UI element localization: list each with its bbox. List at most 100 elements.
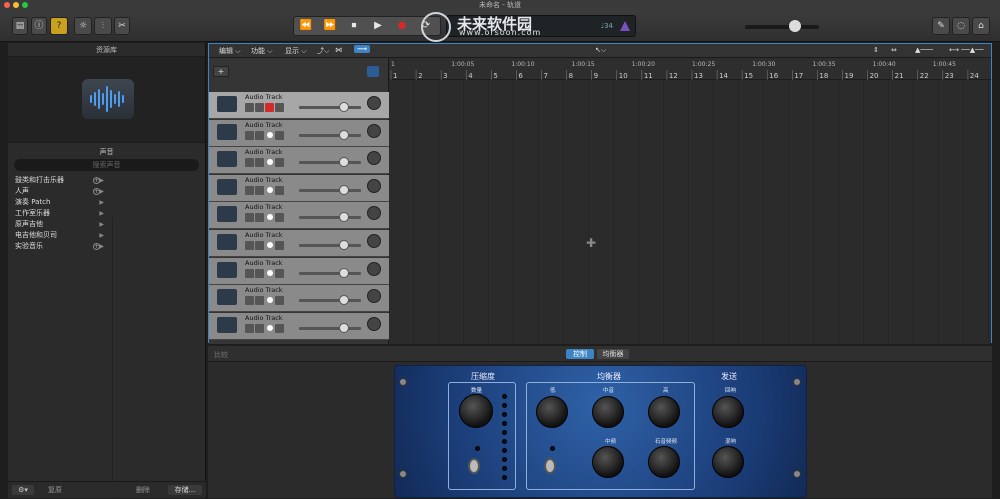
track-volume-slider[interactable] xyxy=(299,326,361,330)
mute-icon[interactable] xyxy=(245,130,254,140)
add-track-button[interactable]: + xyxy=(213,66,229,77)
horizontal-zoom-slider[interactable]: ⟷ ──▲── xyxy=(949,46,984,54)
library-category[interactable]: 鼓类和打击乐器 + ▶ xyxy=(8,175,106,186)
track-volume-slider[interactable] xyxy=(299,244,361,247)
toggle-switch[interactable] xyxy=(468,458,480,474)
reverb-knob[interactable] xyxy=(712,446,744,478)
mute-icon[interactable] xyxy=(245,241,254,250)
library-category[interactable]: 电吉他和贝司 ▶ xyxy=(8,230,106,241)
mute-icon[interactable] xyxy=(245,103,254,112)
track-volume-knob[interactable] xyxy=(339,322,349,333)
input-monitor-icon[interactable] xyxy=(275,103,284,112)
horizontal-zoom-icon[interactable]: ⇔ xyxy=(891,46,897,54)
pan-knob[interactable] xyxy=(367,316,381,331)
input-monitor-icon[interactable] xyxy=(275,268,284,278)
headphones-icon[interactable] xyxy=(255,103,264,112)
view-menu[interactable]: 显示 ⌵ xyxy=(285,46,307,56)
mute-icon[interactable] xyxy=(245,296,254,306)
catch-icon[interactable]: ⟿ xyxy=(354,45,371,53)
timeline-ruler[interactable]: 1 2 3 4 5 6 7 8 9 10 11 12 13 14 15 16 17 18 19 20 21 22 23 24 1… xyxy=(389,58,991,80)
mute-icon[interactable] xyxy=(245,323,254,333)
settings-icon[interactable]: ☼ xyxy=(74,17,92,35)
input-monitor-icon[interactable] xyxy=(275,185,284,195)
track-volume-slider[interactable] xyxy=(299,161,361,165)
library-category[interactable]: 实验音乐 + ▶ xyxy=(8,241,106,252)
flex-icon[interactable]: ⋈ xyxy=(335,46,342,54)
library-category[interactable]: 工作室乐器 ▶ xyxy=(8,208,106,219)
track-header[interactable]: Audio Track xyxy=(209,285,389,313)
track-header[interactable]: Audio Track xyxy=(209,202,389,230)
pan-knob[interactable] xyxy=(367,123,381,138)
headphones-icon[interactable] xyxy=(255,241,264,250)
input-monitor-icon[interactable] xyxy=(275,241,284,250)
input-monitor-icon[interactable] xyxy=(275,323,284,333)
master-volume-slider[interactable] xyxy=(745,25,819,29)
track-volume-knob[interactable] xyxy=(339,267,349,278)
headphones-icon[interactable] xyxy=(255,158,264,168)
edit-menu[interactable]: 编辑 ⌵ xyxy=(219,46,241,56)
input-monitor-icon[interactable] xyxy=(275,213,284,223)
track-volume-knob[interactable] xyxy=(339,129,349,140)
mid-knob[interactable] xyxy=(592,396,624,428)
record-enable-icon[interactable] xyxy=(267,159,273,166)
record-enable-icon[interactable] xyxy=(267,269,273,276)
mixer-icon[interactable]: ⫶ xyxy=(94,17,112,35)
headphones-icon[interactable] xyxy=(255,130,264,140)
record-button[interactable]: ● xyxy=(390,17,414,35)
stop-button[interactable]: ⏹ xyxy=(342,17,366,35)
toggle-switch[interactable] xyxy=(544,458,556,474)
pan-knob[interactable] xyxy=(367,96,381,110)
delete-button[interactable]: 删除 xyxy=(132,485,154,495)
track-volume-knob[interactable] xyxy=(339,157,349,168)
headphones-icon[interactable] xyxy=(255,296,264,306)
track-volume-slider[interactable] xyxy=(299,271,361,275)
tab-eq[interactable]: 均衡器 xyxy=(597,349,629,359)
loop-icon[interactable]: ◌ xyxy=(952,17,970,35)
library-category[interactable]: 原声吉他 ▶ xyxy=(8,219,106,230)
functions-menu[interactable]: 功能 ⌵ xyxy=(251,46,273,56)
pointer-tool-icon[interactable]: ↖⌵ xyxy=(595,46,606,55)
record-enable-icon[interactable] xyxy=(267,131,273,138)
scissors-icon[interactable]: ✂ xyxy=(114,17,130,35)
high-knob[interactable] xyxy=(648,396,680,428)
echo-knob[interactable] xyxy=(712,396,744,428)
browser-icon[interactable]: ⌂ xyxy=(972,17,990,35)
lcd-display[interactable]: 未来软件园 www.orsoon.com ♩34 xyxy=(421,12,636,42)
mute-icon[interactable] xyxy=(245,158,254,168)
automation-icon[interactable]: ⤴⌵ xyxy=(317,46,329,56)
headphones-icon[interactable] xyxy=(255,185,264,195)
play-button[interactable]: ▶ xyxy=(366,17,390,35)
track-volume-slider[interactable] xyxy=(299,106,361,109)
headphones-icon[interactable] xyxy=(255,213,264,223)
library-search-input[interactable]: 搜索声音 xyxy=(14,159,199,171)
record-enable-icon[interactable] xyxy=(267,297,273,304)
input-monitor-icon[interactable] xyxy=(275,130,284,140)
revert-button[interactable]: 复原 xyxy=(44,485,66,495)
gear-icon[interactable]: ⚙▾ xyxy=(12,485,34,495)
library-category[interactable]: 人声 + ▶ xyxy=(8,186,106,197)
mute-icon[interactable] xyxy=(245,268,254,278)
vertical-zoom-slider[interactable]: ▲─── xyxy=(915,46,933,54)
save-button[interactable]: 存储... xyxy=(168,485,202,495)
arrangement-grid[interactable]: ✚ xyxy=(389,80,991,344)
notepad-icon[interactable]: ✎ xyxy=(932,17,950,35)
pan-knob[interactable] xyxy=(367,234,381,248)
track-volume-knob[interactable] xyxy=(339,102,349,112)
track-volume-knob[interactable] xyxy=(339,240,349,250)
track-volume-knob[interactable] xyxy=(339,184,349,195)
compare-button[interactable]: 比较 xyxy=(214,350,228,360)
mute-icon[interactable] xyxy=(245,213,254,223)
pan-knob[interactable] xyxy=(367,151,381,166)
amount-knob[interactable] xyxy=(459,394,493,428)
record-enable-icon[interactable] xyxy=(267,242,273,248)
low-knob[interactable] xyxy=(536,396,568,428)
help-icon[interactable]: ? xyxy=(50,17,68,35)
track-volume-slider[interactable] xyxy=(299,216,361,220)
track-header[interactable]: Audio Track xyxy=(209,257,389,285)
track-header[interactable]: Audio Track xyxy=(209,174,389,202)
track-volume-knob[interactable] xyxy=(339,212,349,223)
pan-knob[interactable] xyxy=(367,289,381,304)
info-icon[interactable]: ⓘ xyxy=(31,17,47,35)
fast-forward-button[interactable]: ⏩ xyxy=(318,17,342,35)
track-header[interactable]: Audio Track xyxy=(209,92,389,119)
